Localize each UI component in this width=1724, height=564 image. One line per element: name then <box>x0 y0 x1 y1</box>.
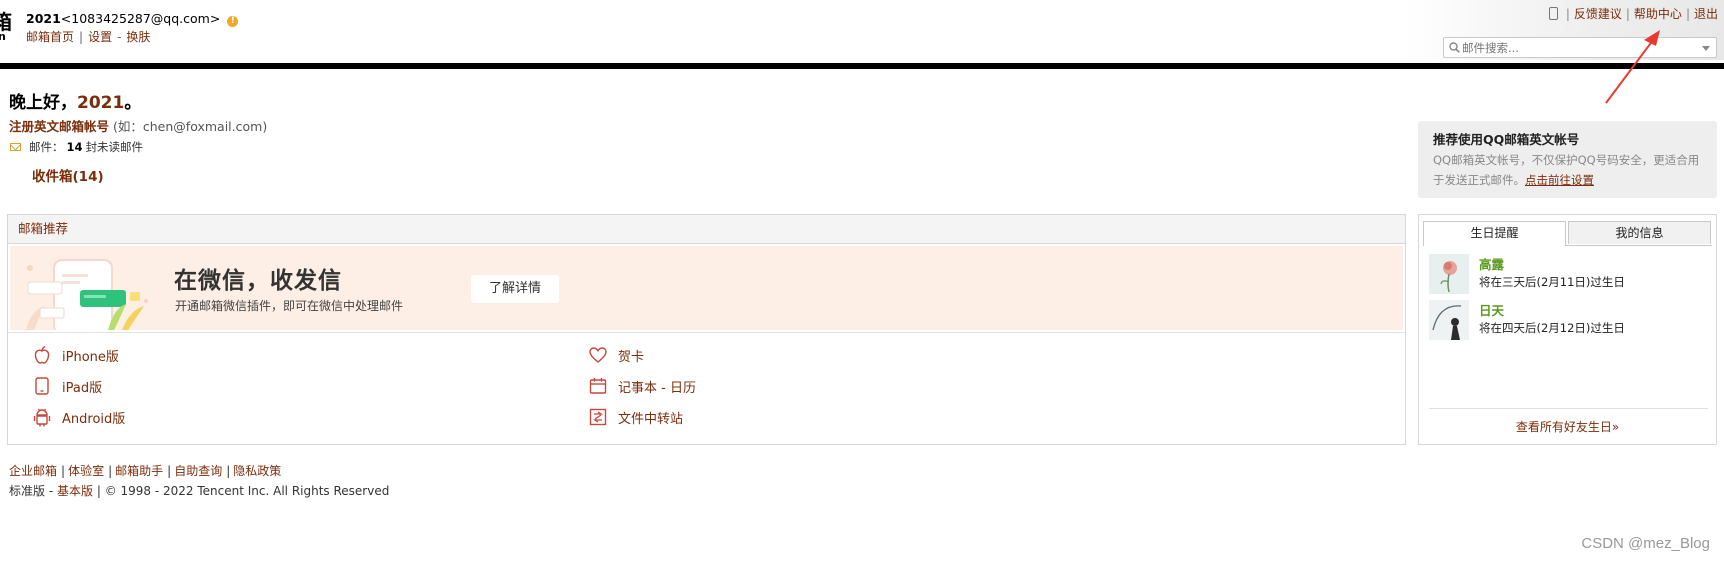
file-transfer-link[interactable]: 文件中转站 <box>588 407 683 427</box>
footer-copyright: 标准版 - 基本版 | © 1998 - 2022 Tencent Inc. A… <box>9 482 389 499</box>
annotation-arrow-icon <box>1605 30 1660 104</box>
android-app-link[interactable]: Android版 <box>32 407 125 427</box>
nav-separator: - <box>117 30 122 44</box>
friend-avatar <box>1429 300 1469 340</box>
account-info: 2021<1083425287@qq.com>! <box>26 11 239 27</box>
tab-my-info[interactable]: 我的信息 <box>1568 221 1711 244</box>
tab-birthday-reminder[interactable]: 生日提醒 <box>1423 221 1566 246</box>
edition-dash: - <box>48 484 54 498</box>
footer-link-enterprise[interactable]: 企业邮箱 <box>9 464 57 478</box>
greeting-card-link[interactable]: 贺卡 <box>588 345 644 365</box>
edition-standard: 标准版 <box>9 484 46 498</box>
mailbox-home-link[interactable]: 邮箱首页 <box>26 30 74 44</box>
tablet-icon <box>35 377 49 395</box>
footer-links: 企业邮箱 | 体验室 | 邮箱助手 | 自助查询 | 隐私政策 <box>9 462 281 479</box>
logout-link[interactable]: 退出 <box>1694 7 1718 21</box>
recommend-panel-title: 邮箱推荐 <box>8 215 1405 244</box>
settings-link[interactable]: 设置 <box>88 30 112 44</box>
banner-description: 开通邮箱微信插件，即可在微信中处理邮件 <box>175 299 404 313</box>
top-link-separator: | <box>1685 7 1690 21</box>
footer-link-privacy[interactable]: 隐私政策 <box>233 464 281 478</box>
notebook-calendar-link[interactable]: 记事本 - 日历 <box>588 376 696 396</box>
birthday-friend-item[interactable]: 日天 将在四天后(2月12日)过生日 <box>1429 300 1709 342</box>
greeting-suffix: 。 <box>124 93 142 113</box>
calendar-icon <box>589 378 607 394</box>
notebook-calendar-label: 记事本 - 日历 <box>618 380 696 396</box>
basic-edition-link[interactable]: 基本版 <box>57 484 93 498</box>
friend-birthday-note: 将在三天后(2月11日)过生日 <box>1479 275 1625 289</box>
greeting-prefix: 晚上好， <box>9 93 77 113</box>
mailbox-recommend-panel: 邮箱推荐 在微信，收发信 开通邮箱微信插件，即可在微信中处理邮件 了解详情 iP… <box>7 214 1406 445</box>
greeting-card-label: 贺卡 <box>618 349 645 365</box>
banner-title: 在微信，收发信 <box>174 268 342 294</box>
footer-link-assistant[interactable]: 邮箱助手 <box>115 464 163 478</box>
footer-link-self-service[interactable]: 自助查询 <box>174 464 222 478</box>
header-divider <box>0 63 1724 69</box>
mail-label: 邮件： <box>29 140 64 154</box>
top-link-separator: | <box>1625 7 1630 21</box>
watermark-text: CSDN @mez_Blog <box>1581 535 1710 552</box>
wechat-banner[interactable]: 在微信，收发信 开通邮箱微信插件，即可在微信中处理邮件 了解详情 <box>10 246 1403 330</box>
feedback-link[interactable]: 反馈建议 <box>1574 7 1622 21</box>
footer-separator: | <box>108 464 113 478</box>
register-english-account-link[interactable]: 注册英文邮箱帐号 <box>9 119 109 134</box>
footer-separator: | <box>167 464 172 478</box>
file-transfer-icon <box>589 408 607 426</box>
nav-separator: | <box>79 30 84 44</box>
inbox-link[interactable]: 收件箱(14) <box>32 165 104 185</box>
warning-icon[interactable]: ! <box>227 16 239 27</box>
footer-separator: | <box>226 464 231 478</box>
promo-settings-link[interactable]: 点击前往设置 <box>1525 173 1594 187</box>
envelope-icon <box>10 143 21 151</box>
copyright-text: | © 1998 - 2022 Tencent Inc. All Rights … <box>93 484 390 498</box>
greeting-heading: 晚上好，2021。 <box>9 88 141 113</box>
file-transfer-label: 文件中转站 <box>618 411 684 427</box>
friend-birthday-note: 将在四天后(2月12日)过生日 <box>1479 321 1625 335</box>
ipad-app-label: iPad版 <box>62 380 103 396</box>
apple-icon <box>34 345 50 364</box>
iphone-app-link[interactable]: iPhone版 <box>32 345 119 365</box>
iphone-app-label: iPhone版 <box>62 349 119 365</box>
chevron-down-icon[interactable] <box>1702 46 1710 51</box>
birthday-divider <box>1429 408 1708 409</box>
top-header: 箱 n 2021<1083425287@qq.com>! 邮箱首页 | 设置 - 换肤 … <box>0 0 1724 62</box>
greeting-name: 2021 <box>77 93 125 113</box>
promo-title: 推荐使用QQ邮箱英文帐号 <box>1433 132 1580 147</box>
top-link-separator: | <box>1565 7 1570 21</box>
footer-link-lab[interactable]: 体验室 <box>68 464 104 478</box>
top-links: | 反馈建议 | 帮助中心 | 退出 <box>1548 5 1718 22</box>
ipad-app-link[interactable]: iPad版 <box>32 376 102 396</box>
english-account-promo: 推荐使用QQ邮箱英文帐号 QQ邮箱英文帐号，不仅保护QQ号码安全，更适合用于发送… <box>1418 121 1717 198</box>
account-username: 2021 <box>26 11 61 26</box>
birthday-tabs: 生日提醒 我的信息 <box>1423 221 1712 246</box>
wechat-plugin-illustration <box>26 259 148 330</box>
birthday-panel: 生日提醒 我的信息 高露 将在三天后(2月11日)过生日 日天 将在四天后(2月… <box>1418 214 1717 445</box>
search-icon <box>1449 42 1460 53</box>
friend-name: 日天 <box>1479 303 1505 318</box>
register-english-account: 注册英文邮箱帐号 (如：chen@foxmail.com) <box>9 116 267 135</box>
account-email: <1083425287@qq.com> <box>60 11 221 26</box>
friend-name: 高露 <box>1479 257 1505 272</box>
app-links: iPhone版 iPad版 Android版 贺卡 记事本 - 日历 文件中转站 <box>8 333 1405 443</box>
android-icon <box>33 408 51 427</box>
promo-description: QQ邮箱英文帐号，不仅保护QQ号码安全，更适合用于发送正式邮件。点击前往设置 <box>1433 150 1705 190</box>
skin-link[interactable]: 换肤 <box>126 30 150 44</box>
android-app-label: Android版 <box>62 411 126 427</box>
phone-icon[interactable] <box>1548 7 1558 20</box>
unread-suffix: 封未读邮件 <box>85 140 144 154</box>
help-center-link[interactable]: 帮助中心 <box>1634 7 1682 21</box>
unread-count: 14 <box>66 140 83 154</box>
logo-glyph-sub: n <box>0 30 6 43</box>
unread-mail-summary: 邮件： 14 封未读邮件 <box>10 139 143 155</box>
register-hint: (如：chen@foxmail.com) <box>113 119 268 134</box>
heart-icon <box>589 347 607 363</box>
account-subnav: 邮箱首页 | 设置 - 换肤 <box>26 28 150 45</box>
mail-search-box[interactable] <box>1443 37 1717 58</box>
birthday-friend-item[interactable]: 高露 将在三天后(2月11日)过生日 <box>1429 254 1709 296</box>
view-all-birthdays-link[interactable]: 查看所有好友生日» <box>1419 418 1716 435</box>
learn-more-button[interactable]: 了解详情 <box>471 275 559 303</box>
footer-separator: | <box>61 464 66 478</box>
friend-avatar <box>1429 254 1469 294</box>
